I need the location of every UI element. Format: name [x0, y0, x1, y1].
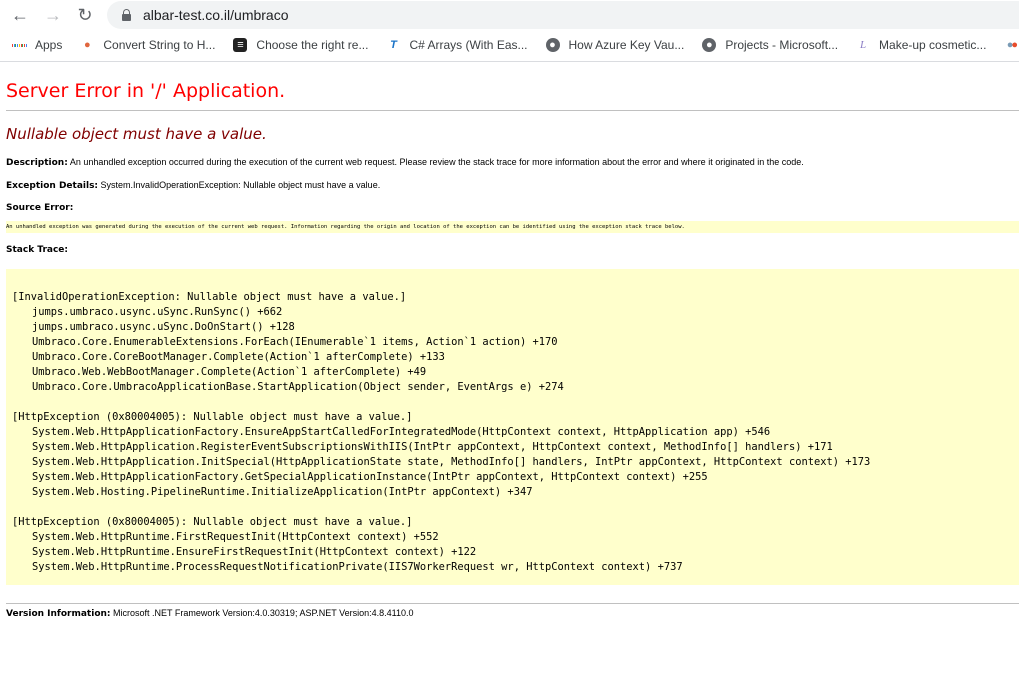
stack-frame: Umbraco.Web.WebBootManager.Complete(Acti… [32, 366, 427, 378]
source-error-box: An unhandled exception was generated dur… [6, 221, 1019, 233]
source-error-text: An unhandled exception was generated dur… [6, 224, 685, 230]
error-message: Nullable object must have a value. [6, 125, 267, 143]
stack-trace-box: [InvalidOperationException: Nullable obj… [6, 269, 1019, 585]
stack-trace-label: Stack Trace: [6, 245, 69, 255]
bookmarks-bar: Apps ● Convert String to H... ≡ Choose t… [0, 29, 1019, 62]
stack-exception-header: [HttpException (0x80004005): Nullable ob… [12, 516, 413, 528]
stack-group: [HttpException (0x80004005): Nullable ob… [12, 515, 1019, 575]
url-text[interactable]: albar-test.co.il/umbraco [143, 7, 289, 23]
stack-group: [InvalidOperationException: Nullable obj… [12, 290, 1019, 395]
bookmark-label: Make-up cosmetic... [879, 38, 987, 52]
bookmark-label: Apps [35, 38, 63, 52]
address-bar[interactable]: albar-test.co.il/umbraco [107, 1, 1019, 29]
bookmark-azure-key-vault[interactable]: ● How Azure Key Vau... [545, 38, 685, 52]
bookmark-makeup-cosmetic[interactable]: L Make-up cosmetic... [856, 38, 986, 52]
description-row: Description: An unhandled exception occu… [6, 157, 1013, 168]
version-info-text: Microsoft .NET Framework Version:4.0.303… [113, 608, 414, 618]
t-logo-icon: T [390, 39, 397, 51]
stack-frame: jumps.umbraco.usync.uSync.RunSync() +662 [32, 306, 283, 318]
stack-frame: Umbraco.Core.UmbracoApplicationBase.Star… [32, 381, 564, 393]
stack-frame: System.Web.HttpApplication.InitSpecial(H… [32, 456, 871, 468]
script-l-icon: L [859, 39, 867, 51]
lock-icon [122, 8, 131, 21]
globe-icon: ● [702, 38, 717, 52]
dots-icon: ● ● [1006, 39, 1018, 51]
page-title: Server Error in '/' Application. [6, 80, 286, 102]
bookmark-label: How Azure Key Vau... [568, 38, 685, 52]
bookmark-s[interactable]: ●● S [1004, 38, 1019, 52]
version-info-row: Version Information: Microsoft .NET Fram… [6, 608, 1013, 619]
divider [6, 603, 1019, 604]
stack-frame: jumps.umbraco.usync.uSync.DoOnStart() +1… [32, 321, 295, 333]
description-text: An unhandled exception occurred during t… [69, 157, 804, 167]
forward-arrow-icon[interactable]: → [41, 3, 65, 27]
error-page: Server Error in '/' Application. Nullabl… [0, 78, 1019, 619]
exception-details-text: System.InvalidOperationException: Nullab… [100, 180, 381, 190]
calculator-icon: ≡ [233, 38, 248, 52]
back-arrow-icon[interactable]: ← [8, 3, 32, 27]
stack-frame: System.Web.HttpRuntime.ProcessRequestNot… [32, 561, 683, 573]
stack-frame: Umbraco.Core.EnumerableExtensions.ForEac… [32, 336, 558, 348]
stack-group: [HttpException (0x80004005): Nullable ob… [12, 410, 1019, 500]
reload-icon[interactable]: ↻ [73, 3, 97, 27]
bookmark-csharp-arrays[interactable]: T C# Arrays (With Eas... [386, 38, 527, 52]
apps-grid-icon [12, 38, 26, 52]
bookmark-label: C# Arrays (With Eas... [409, 38, 528, 52]
stack-frame: System.Web.HttpRuntime.EnsureFirstReques… [32, 546, 477, 558]
stack-frame: Umbraco.Core.CoreBootManager.Complete(Ac… [32, 351, 445, 363]
stack-frame: System.Web.HttpApplicationFactory.GetSpe… [32, 471, 708, 483]
exception-details-row: Exception Details: System.InvalidOperati… [6, 180, 1013, 191]
browser-toolbar: ← → ↻ albar-test.co.il/umbraco [0, 0, 1019, 29]
source-error-label: Source Error: [6, 203, 74, 213]
bookmark-projects-microsoft[interactable]: ● Projects - Microsoft... [702, 38, 838, 52]
stack-frame: System.Web.HttpApplication.RegisterEvent… [32, 441, 833, 453]
bookmark-apps[interactable]: Apps [12, 38, 62, 52]
globe-icon: ● [545, 38, 560, 52]
stack-frame: System.Web.HttpApplicationFactory.Ensure… [32, 426, 771, 438]
exception-details-label: Exception Details: [6, 181, 99, 191]
bookmark-convert-string[interactable]: ● Convert String to H... [80, 38, 215, 52]
stack-frame: System.Web.Hosting.PipelineRuntime.Initi… [32, 486, 533, 498]
divider [6, 110, 1019, 111]
stack-exception-header: [HttpException (0x80004005): Nullable ob… [12, 411, 413, 423]
bookmark-label: Choose the right re... [256, 38, 369, 52]
bookmark-choose-right[interactable]: ≡ Choose the right re... [233, 38, 368, 52]
stack-exception-header: [InvalidOperationException: Nullable obj… [12, 291, 407, 303]
description-label: Description: [6, 158, 68, 168]
bookmark-label: Projects - Microsoft... [725, 38, 839, 52]
bottle-icon: ● [84, 39, 91, 51]
bookmark-label: Convert String to H... [103, 38, 216, 52]
version-info-label: Version Information: [6, 609, 111, 619]
stack-frame: System.Web.HttpRuntime.FirstRequestInit(… [32, 531, 439, 543]
